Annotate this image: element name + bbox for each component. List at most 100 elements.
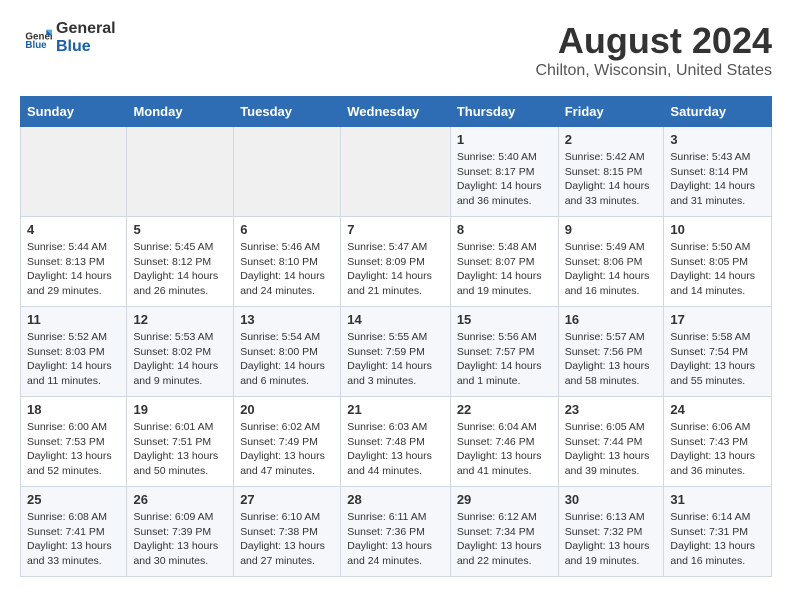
calendar-cell: 25 Sunrise: 6:08 AM Sunset: 7:41 PM Dayli… bbox=[21, 487, 127, 577]
calendar-cell: 13 Sunrise: 5:54 AM Sunset: 8:00 PM Dayli… bbox=[234, 307, 341, 397]
calendar-cell bbox=[341, 127, 451, 217]
svg-text:Blue: Blue bbox=[25, 40, 47, 51]
logo-blue-text: Blue bbox=[56, 38, 116, 56]
calendar-cell: 29 Sunrise: 6:12 AM Sunset: 7:34 PM Dayli… bbox=[450, 487, 558, 577]
day-number: 17 bbox=[670, 312, 765, 327]
calendar-cell bbox=[21, 127, 127, 217]
day-number: 29 bbox=[457, 492, 552, 507]
cell-content: Sunrise: 5:45 AM Sunset: 8:12 PM Dayligh… bbox=[133, 240, 227, 299]
cell-content: Sunrise: 6:05 AM Sunset: 7:44 PM Dayligh… bbox=[565, 420, 658, 479]
calendar-cell: 17Sunrise: 5:58 AM Sunset: 7:54 PM Dayli… bbox=[664, 307, 772, 397]
day-number: 24 bbox=[670, 402, 765, 417]
weekday-header-thursday: Thursday bbox=[450, 97, 558, 127]
day-number: 11 bbox=[27, 312, 120, 327]
calendar-week-row: 11 Sunrise: 5:52 AM Sunset: 8:03 PM Dayli… bbox=[21, 307, 772, 397]
day-number: 25 bbox=[27, 492, 120, 507]
cell-content: Sunrise: 6:11 AM Sunset: 7:36 PM Dayligh… bbox=[347, 510, 444, 569]
calendar-week-row: 4 Sunrise: 5:44 AM Sunset: 8:13 PM Daylig… bbox=[21, 217, 772, 307]
calendar-cell: 2 Sunrise: 5:42 AM Sunset: 8:15 PM Daylig… bbox=[558, 127, 664, 217]
calendar-cell bbox=[127, 127, 234, 217]
cell-content: Sunrise: 6:06 AM Sunset: 7:43 PM Dayligh… bbox=[670, 420, 765, 479]
cell-content: Sunrise: 6:10 AM Sunset: 7:38 PM Dayligh… bbox=[240, 510, 334, 569]
calendar-cell: 3Sunrise: 5:43 AM Sunset: 8:14 PM Daylig… bbox=[664, 127, 772, 217]
day-number: 15 bbox=[457, 312, 552, 327]
cell-content: Sunrise: 5:57 AM Sunset: 7:56 PM Dayligh… bbox=[565, 330, 658, 389]
calendar-cell: 22Sunrise: 6:04 AM Sunset: 7:46 PM Dayli… bbox=[450, 397, 558, 487]
day-number: 31 bbox=[670, 492, 765, 507]
calendar-cell: 4 Sunrise: 5:44 AM Sunset: 8:13 PM Daylig… bbox=[21, 217, 127, 307]
cell-content: Sunrise: 5:42 AM Sunset: 8:15 PM Dayligh… bbox=[565, 150, 658, 209]
cell-content: Sunrise: 5:49 AM Sunset: 8:06 PM Dayligh… bbox=[565, 240, 658, 299]
location-subtitle: Chilton, Wisconsin, United States bbox=[535, 62, 772, 80]
calendar-cell: 14Sunrise: 5:55 AM Sunset: 7:59 PM Dayli… bbox=[341, 307, 451, 397]
calendar-cell: 27Sunrise: 6:10 AM Sunset: 7:38 PM Dayli… bbox=[234, 487, 341, 577]
cell-content: Sunrise: 5:55 AM Sunset: 7:59 PM Dayligh… bbox=[347, 330, 444, 389]
calendar-cell: 21 Sunrise: 6:03 AM Sunset: 7:48 PM Dayli… bbox=[341, 397, 451, 487]
day-number: 7 bbox=[347, 222, 444, 237]
weekday-header-tuesday: Tuesday bbox=[234, 97, 341, 127]
cell-content: Sunrise: 5:43 AM Sunset: 8:14 PM Dayligh… bbox=[670, 150, 765, 209]
cell-content: Sunrise: 5:50 AM Sunset: 8:05 PM Dayligh… bbox=[670, 240, 765, 299]
calendar-cell: 28 Sunrise: 6:11 AM Sunset: 7:36 PM Dayli… bbox=[341, 487, 451, 577]
weekday-header-monday: Monday bbox=[127, 97, 234, 127]
day-number: 19 bbox=[133, 402, 227, 417]
cell-content: Sunrise: 6:12 AM Sunset: 7:34 PM Dayligh… bbox=[457, 510, 552, 569]
weekday-header-wednesday: Wednesday bbox=[341, 97, 451, 127]
cell-content: Sunrise: 5:44 AM Sunset: 8:13 PM Dayligh… bbox=[27, 240, 120, 299]
calendar-cell: 8Sunrise: 5:48 AM Sunset: 8:07 PM Daylig… bbox=[450, 217, 558, 307]
calendar-table: SundayMondayTuesdayWednesdayThursdayFrid… bbox=[20, 96, 772, 577]
day-number: 26 bbox=[133, 492, 227, 507]
calendar-cell: 24 Sunrise: 6:06 AM Sunset: 7:43 PM Dayli… bbox=[664, 397, 772, 487]
calendar-cell: 7 Sunrise: 5:47 AM Sunset: 8:09 PM Daylig… bbox=[341, 217, 451, 307]
calendar-cell: 1Sunrise: 5:40 AM Sunset: 8:17 PM Daylig… bbox=[450, 127, 558, 217]
calendar-cell: 26Sunrise: 6:09 AM Sunset: 7:39 PM Dayli… bbox=[127, 487, 234, 577]
day-number: 6 bbox=[240, 222, 334, 237]
cell-content: Sunrise: 5:53 AM Sunset: 8:02 PM Dayligh… bbox=[133, 330, 227, 389]
day-number: 8 bbox=[457, 222, 552, 237]
day-number: 5 bbox=[133, 222, 227, 237]
weekday-header-sunday: Sunday bbox=[21, 97, 127, 127]
calendar-week-row: 18Sunrise: 6:00 AM Sunset: 7:53 PM Dayli… bbox=[21, 397, 772, 487]
day-number: 18 bbox=[27, 402, 120, 417]
day-number: 10 bbox=[670, 222, 765, 237]
title-block: August 2024 Chilton, Wisconsin, United S… bbox=[535, 20, 772, 80]
weekday-header-friday: Friday bbox=[558, 97, 664, 127]
calendar-cell bbox=[234, 127, 341, 217]
weekday-header-saturday: Saturday bbox=[664, 97, 772, 127]
calendar-week-row: 25 Sunrise: 6:08 AM Sunset: 7:41 PM Dayli… bbox=[21, 487, 772, 577]
day-number: 21 bbox=[347, 402, 444, 417]
cell-content: Sunrise: 6:01 AM Sunset: 7:51 PM Dayligh… bbox=[133, 420, 227, 479]
logo: General Blue General Blue bbox=[20, 20, 116, 56]
calendar-cell: 15Sunrise: 5:56 AM Sunset: 7:57 PM Dayli… bbox=[450, 307, 558, 397]
day-number: 16 bbox=[565, 312, 658, 327]
day-number: 20 bbox=[240, 402, 334, 417]
cell-content: Sunrise: 5:47 AM Sunset: 8:09 PM Dayligh… bbox=[347, 240, 444, 299]
calendar-cell: 9 Sunrise: 5:49 AM Sunset: 8:06 PM Daylig… bbox=[558, 217, 664, 307]
cell-content: Sunrise: 5:52 AM Sunset: 8:03 PM Dayligh… bbox=[27, 330, 120, 389]
calendar-cell: 10 Sunrise: 5:50 AM Sunset: 8:05 PM Dayli… bbox=[664, 217, 772, 307]
day-number: 30 bbox=[565, 492, 658, 507]
month-year-title: August 2024 bbox=[535, 20, 772, 62]
calendar-cell: 12 Sunrise: 5:53 AM Sunset: 8:02 PM Dayli… bbox=[127, 307, 234, 397]
cell-content: Sunrise: 5:40 AM Sunset: 8:17 PM Dayligh… bbox=[457, 150, 552, 209]
day-number: 9 bbox=[565, 222, 658, 237]
cell-content: Sunrise: 6:08 AM Sunset: 7:41 PM Dayligh… bbox=[27, 510, 120, 569]
cell-content: Sunrise: 6:03 AM Sunset: 7:48 PM Dayligh… bbox=[347, 420, 444, 479]
day-number: 28 bbox=[347, 492, 444, 507]
day-number: 13 bbox=[240, 312, 334, 327]
calendar-cell: 23 Sunrise: 6:05 AM Sunset: 7:44 PM Dayli… bbox=[558, 397, 664, 487]
day-number: 12 bbox=[133, 312, 227, 327]
logo-icon: General Blue bbox=[24, 24, 52, 52]
page-header: General Blue General Blue August 2024 Ch… bbox=[20, 20, 772, 80]
day-number: 23 bbox=[565, 402, 658, 417]
cell-content: Sunrise: 5:54 AM Sunset: 8:00 PM Dayligh… bbox=[240, 330, 334, 389]
cell-content: Sunrise: 6:04 AM Sunset: 7:46 PM Dayligh… bbox=[457, 420, 552, 479]
day-number: 2 bbox=[565, 132, 658, 147]
calendar-cell: 31Sunrise: 6:14 AM Sunset: 7:31 PM Dayli… bbox=[664, 487, 772, 577]
logo-general-text: General bbox=[56, 20, 116, 38]
calendar-cell: 20Sunrise: 6:02 AM Sunset: 7:49 PM Dayli… bbox=[234, 397, 341, 487]
cell-content: Sunrise: 6:13 AM Sunset: 7:32 PM Dayligh… bbox=[565, 510, 658, 569]
cell-content: Sunrise: 5:46 AM Sunset: 8:10 PM Dayligh… bbox=[240, 240, 334, 299]
calendar-cell: 30 Sunrise: 6:13 AM Sunset: 7:32 PM Dayli… bbox=[558, 487, 664, 577]
day-number: 4 bbox=[27, 222, 120, 237]
